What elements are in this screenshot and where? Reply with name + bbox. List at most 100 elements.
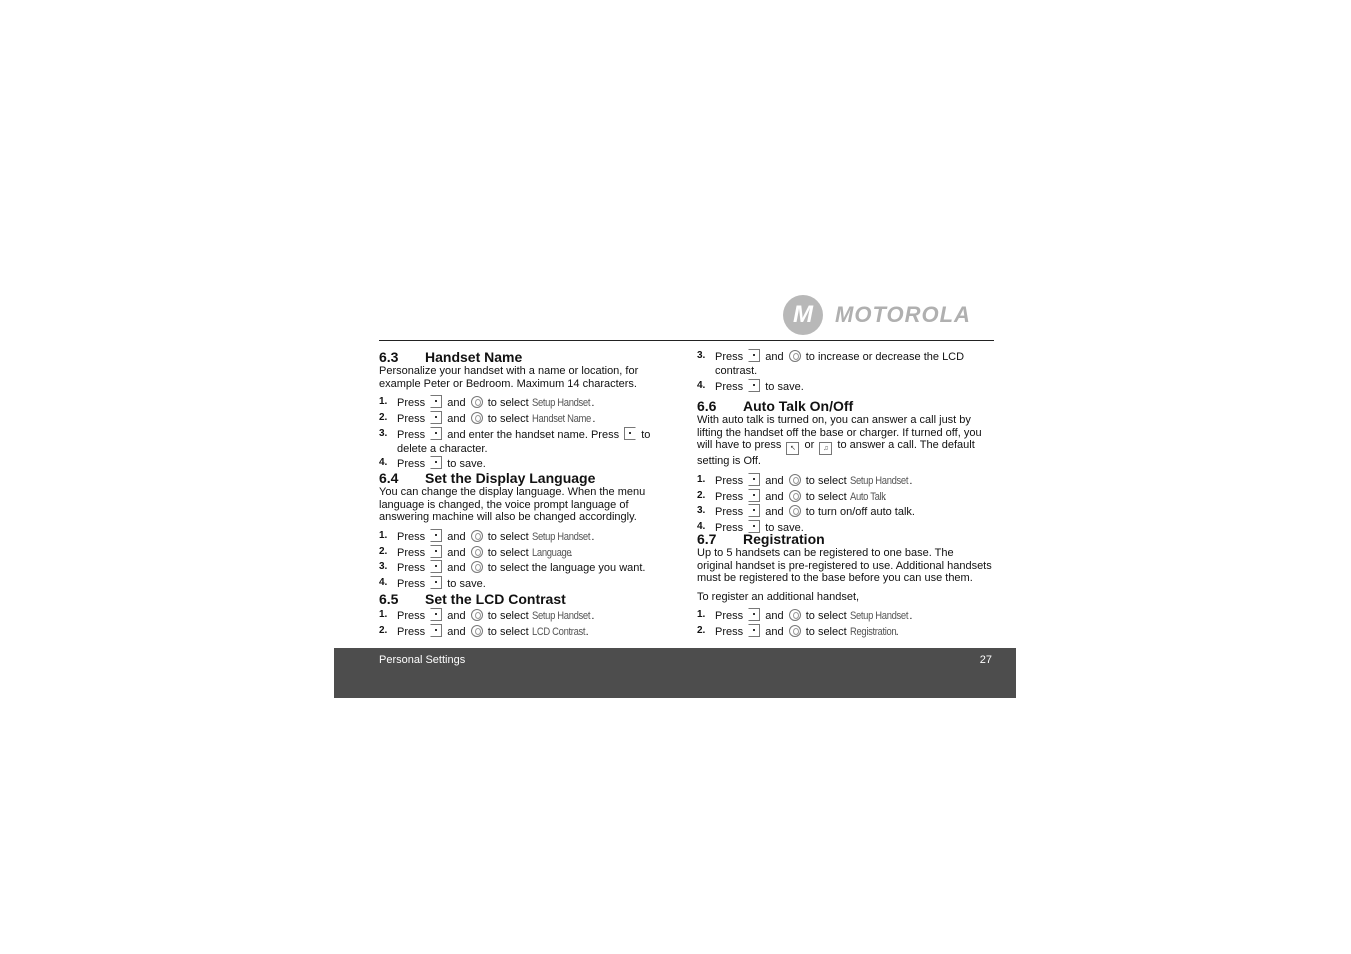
step-text: to select xyxy=(484,610,532,622)
step-text: and xyxy=(762,351,787,363)
section-title: Registration xyxy=(743,531,825,547)
steps-list: 1. Press and to select Setup Handset. 2. Pr… xyxy=(697,608,992,640)
step-text: to select xyxy=(484,530,532,543)
step-text: Press xyxy=(397,610,429,622)
menu-option-label: Auto Talk xyxy=(849,490,886,503)
nav-key-icon xyxy=(470,529,483,542)
talk-key-icon: ↖ xyxy=(786,442,800,456)
step-text: to select xyxy=(484,625,532,638)
motorola-logo: M MOTOROLA xyxy=(783,295,971,335)
menu-key-icon xyxy=(748,608,761,622)
section-heading: 6.6 Auto Talk On/Off xyxy=(697,398,992,414)
step-number: 2. xyxy=(379,411,388,423)
menu-key-icon xyxy=(430,576,443,590)
step-text: . xyxy=(909,610,913,623)
step-text: or xyxy=(801,439,818,452)
section-6-3: 6.3 Handset Name Personalize your handset… xyxy=(379,349,664,472)
step-text: and xyxy=(762,626,787,639)
menu-key-icon xyxy=(430,623,443,637)
section-6-5-continued: 3. Press and to increase or decrease the … xyxy=(697,349,982,394)
step-item: 1. Press and to select Setup Handset. xyxy=(379,608,664,624)
menu-key-icon xyxy=(748,488,761,502)
section-heading: 6.7 Registration xyxy=(697,531,992,547)
step-text: . xyxy=(585,625,589,638)
step-item: 1. Press and to select Setup Handset. xyxy=(697,472,992,489)
step-text: to select xyxy=(802,490,850,503)
section-number: 6.6 xyxy=(697,398,717,414)
step-number: 3. xyxy=(697,505,706,517)
step-number: 4. xyxy=(379,457,388,469)
menu-option-label: Handset Name xyxy=(531,412,591,425)
step-text: and xyxy=(444,530,469,543)
step-item: 3. Press and enter the handset name. Pres… xyxy=(379,426,664,457)
menu-key-icon xyxy=(430,528,443,542)
steps-list: 3. Press and to increase or decrease the … xyxy=(697,349,982,394)
step-text: Press xyxy=(397,397,429,410)
section-heading: 6.3 Handset Name xyxy=(379,349,664,365)
step-number: 1. xyxy=(379,529,388,541)
menu-key-icon xyxy=(430,410,443,424)
steps-list: 1. Press and to select Setup Handset. 2. Pr… xyxy=(697,472,992,536)
step-text: to select xyxy=(484,397,532,410)
step-text: to select xyxy=(802,610,850,623)
step-text: and xyxy=(762,490,787,503)
step-text: Press xyxy=(397,458,429,471)
section-title: Set the Display Language xyxy=(425,470,596,486)
speaker-key-icon: ♫ xyxy=(819,442,833,456)
step-text: and xyxy=(762,610,787,623)
step-text: Press xyxy=(715,490,747,503)
step-text: Press xyxy=(397,546,429,559)
step-item: 3. Press and to increase or decrease the … xyxy=(697,349,982,379)
logo-wordmark: MOTOROLA xyxy=(835,302,971,327)
section-note: To register an additional handset, xyxy=(697,590,860,603)
section-number: 6.7 xyxy=(697,531,717,547)
step-text: . xyxy=(909,474,913,487)
step-text: Press xyxy=(397,428,429,441)
menu-option-label: LCD Contrast xyxy=(531,625,586,638)
section-6-6: 6.6 Auto Talk On/Off With auto talk is tu… xyxy=(697,398,992,536)
nav-key-icon xyxy=(470,624,483,637)
motorola-batwing-icon: M xyxy=(783,295,823,335)
section-number: 6.5 xyxy=(379,591,399,607)
steps-list: 1. Press and to select Setup Handset. 2. Pr… xyxy=(379,608,664,640)
step-text: Press xyxy=(715,351,747,363)
section-heading: 6.5 Set the LCD Contrast xyxy=(379,591,664,607)
section-number: 6.4 xyxy=(379,470,399,486)
steps-list: 1. Press and to select Setup Handset. 2. Pr… xyxy=(379,528,664,592)
step-text: Press xyxy=(715,474,747,487)
step-text: to save. xyxy=(762,380,804,393)
nav-key-icon xyxy=(470,609,483,621)
nav-key-icon xyxy=(788,625,801,638)
step-text: and xyxy=(444,610,469,622)
step-text: to turn on/off auto talk. xyxy=(802,506,915,519)
section-title: Handset Name xyxy=(425,349,523,365)
step-text: and enter the handset name. Press xyxy=(444,428,623,441)
menu-key-icon xyxy=(430,456,443,470)
step-text: Press xyxy=(715,626,747,639)
section-6-4: 6.4 Set the Display Language You can chan… xyxy=(379,470,664,592)
step-text: to select xyxy=(802,474,850,487)
step-item: 3. Press and to select the language you w… xyxy=(379,560,664,576)
section-intro: Personalize your handset with a name or … xyxy=(379,365,639,390)
step-text: to select the language you want. xyxy=(484,562,646,575)
nav-key-icon xyxy=(788,489,801,502)
step-text: Press xyxy=(715,380,747,393)
nav-key-icon xyxy=(788,350,801,362)
steps-list: 1. Press and to select Setup Handset. 2. Pr… xyxy=(379,395,664,472)
page-number: 27 xyxy=(979,654,992,666)
nav-key-icon xyxy=(470,396,483,409)
step-number: 2. xyxy=(379,624,388,636)
header-rule xyxy=(379,340,994,341)
nav-key-icon xyxy=(470,545,483,558)
step-text: Press xyxy=(397,562,429,575)
step-item: 4. Press to save. xyxy=(379,576,664,592)
nav-key-icon xyxy=(788,505,801,518)
section-6-5: 6.5 Set the LCD Contrast 1. Press and to s… xyxy=(379,591,664,640)
step-item: 2. Press and to select Language. xyxy=(379,544,664,561)
step-text: to select xyxy=(802,626,850,639)
menu-key-icon xyxy=(430,544,443,558)
nav-key-icon xyxy=(470,411,483,424)
menu-key-icon xyxy=(748,624,761,638)
step-text: . xyxy=(591,610,595,622)
menu-key-icon xyxy=(430,395,443,409)
